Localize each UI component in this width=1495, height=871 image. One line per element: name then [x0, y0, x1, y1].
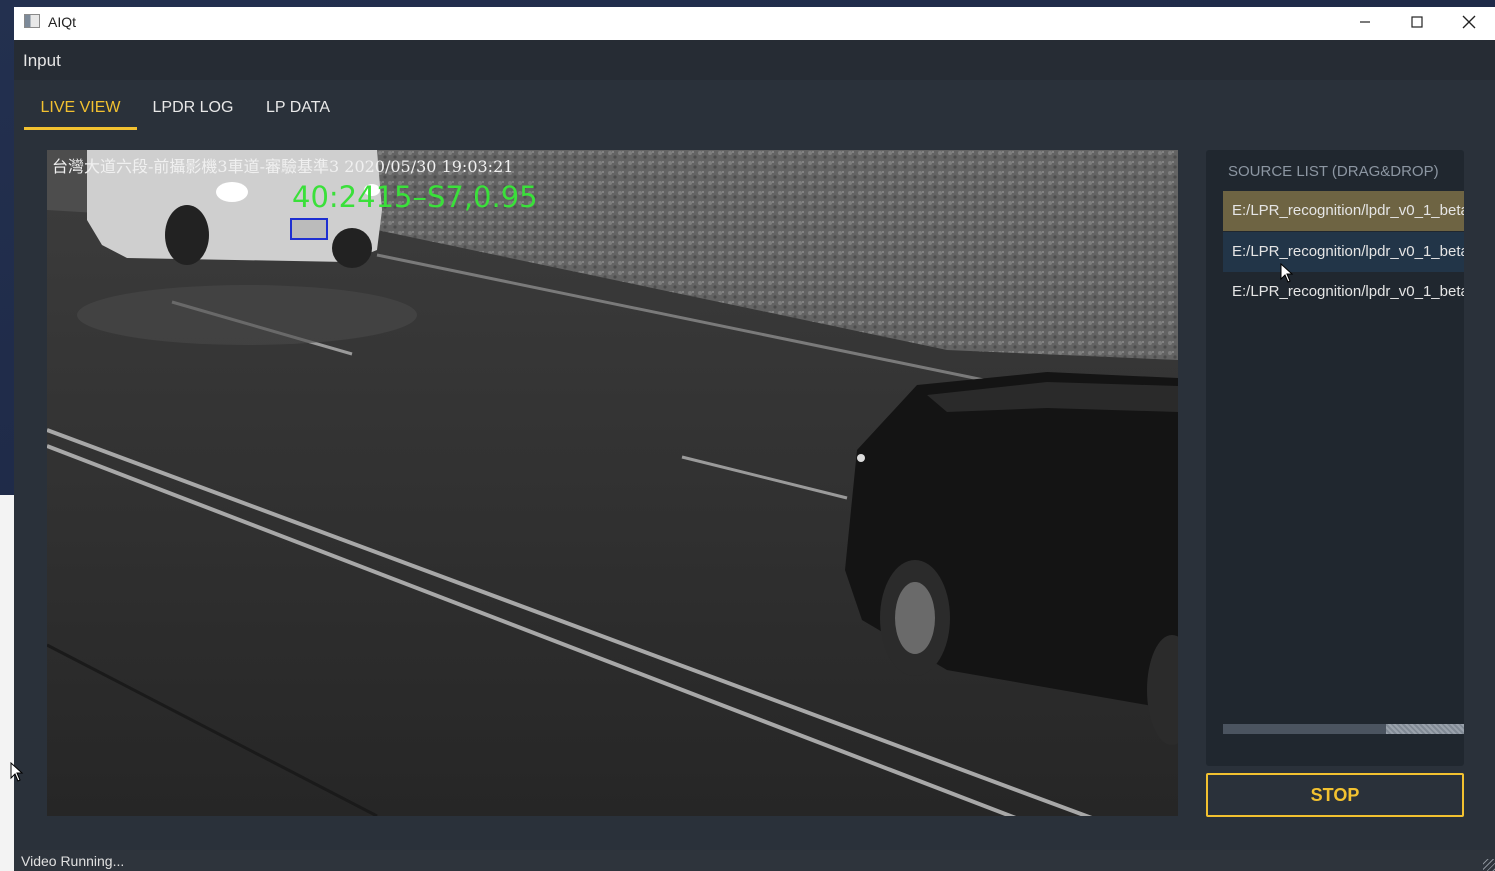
- minimize-button[interactable]: [1339, 7, 1391, 37]
- tab-lp-data[interactable]: LP DATA: [256, 89, 340, 127]
- desktop-edge: [0, 495, 14, 871]
- close-icon: [1462, 15, 1476, 29]
- source-item-2[interactable]: E:/LPR_recognition/lpdr_v0_1_beta: [1223, 232, 1464, 272]
- source-list-panel: SOURCE LIST (DRAG&DROP) E:/LPR_recogniti…: [1206, 150, 1464, 766]
- menu-bar: Input: [14, 40, 1495, 80]
- license-plate-box: [290, 218, 328, 240]
- menu-input[interactable]: Input: [23, 51, 61, 71]
- app-window: AIQt Input LIVE VIEW LPDR LOG LP DATA 台灣…: [14, 7, 1495, 871]
- mouse-cursor-icon: [10, 762, 24, 782]
- size-grip-icon[interactable]: [1483, 859, 1495, 871]
- video-scene: [47, 150, 1178, 816]
- title-bar[interactable]: AIQt: [14, 7, 1495, 40]
- tab-lpdr-log[interactable]: LPDR LOG: [144, 89, 242, 127]
- scrollbar-thumb[interactable]: [1386, 724, 1464, 734]
- live-video-frame: 台灣大道六段-前攝影機3車道-審驗基準3 2020/05/30 19:03:21…: [47, 150, 1178, 816]
- source-list-title: SOURCE LIST (DRAG&DROP): [1228, 163, 1439, 180]
- app-icon: [24, 14, 40, 28]
- source-item-3[interactable]: E:/LPR_recognition/lpdr_v0_1_beta: [1223, 272, 1464, 312]
- tab-live-view[interactable]: LIVE VIEW: [24, 89, 137, 130]
- minimize-icon: [1360, 21, 1370, 23]
- close-button[interactable]: [1443, 7, 1495, 37]
- maximize-icon: [1411, 16, 1423, 28]
- stop-button[interactable]: STOP: [1206, 773, 1464, 817]
- status-bar: Video Running...: [14, 850, 1495, 871]
- status-text: Video Running...: [21, 853, 125, 869]
- headlight-glow: [77, 285, 417, 345]
- maximize-button[interactable]: [1391, 7, 1443, 37]
- video-osd-caption: 台灣大道六段-前攝影機3車道-審驗基準3 2020/05/30 19:03:21: [52, 157, 514, 176]
- window-title: AIQt: [48, 14, 77, 30]
- detection-label: 40:2415–S7,0.95: [292, 180, 538, 214]
- horizontal-scrollbar[interactable]: [1223, 724, 1464, 734]
- source-item-1[interactable]: E:/LPR_recognition/lpdr_v0_1_beta: [1223, 191, 1464, 231]
- mouse-cursor-icon: [1280, 263, 1294, 283]
